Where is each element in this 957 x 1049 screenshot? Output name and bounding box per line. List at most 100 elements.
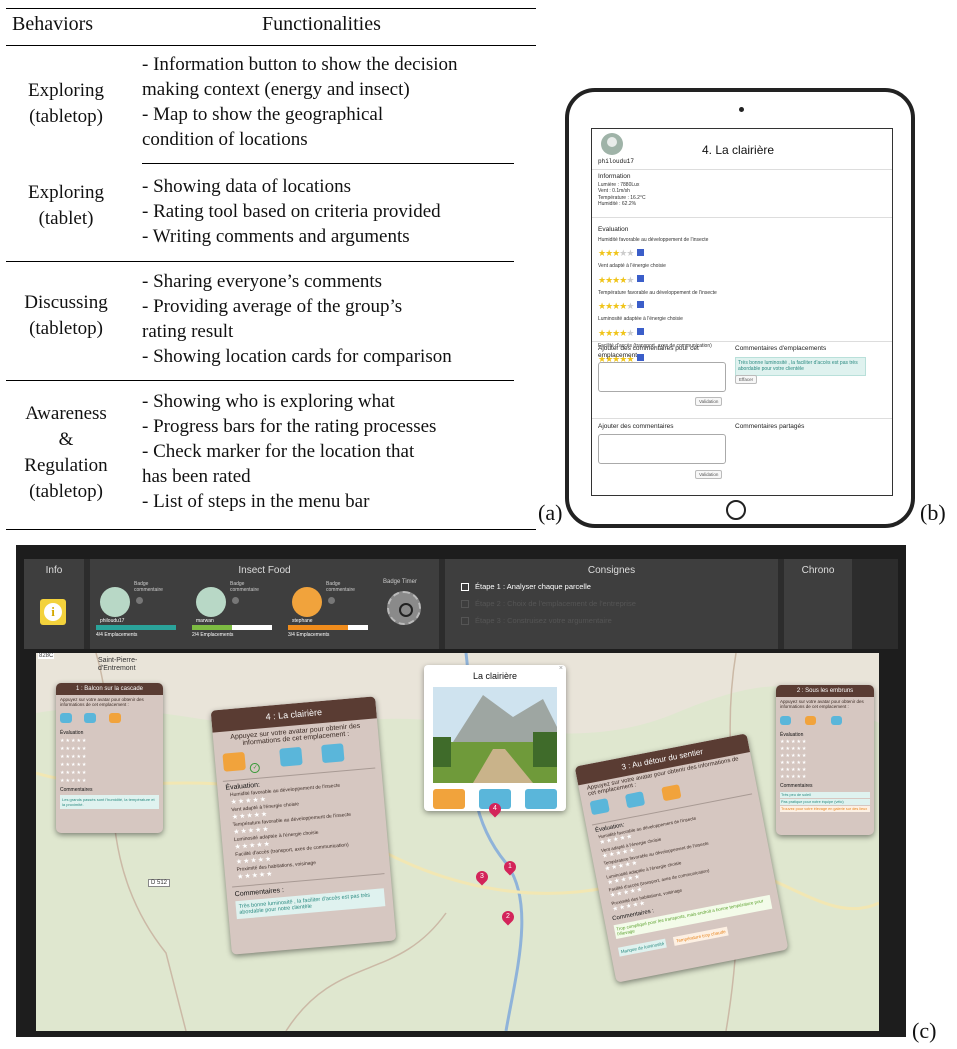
team-title: Insect Food	[238, 565, 291, 576]
avatar-icon[interactable]	[830, 716, 842, 725]
card-tag: Très peu de soleil	[780, 792, 870, 798]
table-bottom-rule	[6, 529, 536, 530]
criterion-row: Luminosité adaptée à l'énergie choisie ★★…	[598, 316, 798, 340]
avatar-icon[interactable]	[60, 713, 72, 723]
avatar-icon[interactable]	[279, 746, 303, 767]
card-tag: Trouvez pour votre élevage en galerie su…	[780, 806, 870, 812]
card-stars: ★★★★★ ★★★★★ ★★★★★ ★★★★★ ★★★★★ ★★★★★	[780, 739, 808, 780]
info-icon: i	[44, 603, 62, 621]
map-view[interactable]: 828C Saint-Pierre-d'Entremont D 512 1 : …	[36, 653, 879, 1031]
star-rating[interactable]: ★★★★★	[598, 302, 634, 311]
avatar-icon[interactable]	[525, 789, 557, 809]
check-icon: ✓	[249, 762, 261, 774]
step-item[interactable]: Étape 2 : Choix de l'emplacement de l'en…	[461, 599, 636, 616]
divider	[592, 217, 892, 218]
info-badge-icon[interactable]	[637, 275, 645, 283]
card-eval-label: Évaluation	[60, 730, 84, 736]
avatar-icon[interactable]	[780, 716, 791, 725]
map-altitude-tag: 828C	[38, 653, 55, 659]
row-rule-1	[142, 163, 514, 164]
location-photo	[433, 687, 557, 783]
row-rule-3	[6, 380, 514, 381]
behavior-awareness-regulation: Awareness & Regulation (tabletop)	[24, 403, 108, 502]
table-header-rule	[6, 45, 536, 46]
info-badge-icon[interactable]	[637, 327, 645, 335]
step-item[interactable]: Étape 3 : Construisez votre argumentaire	[461, 616, 636, 633]
location-comment-textarea[interactable]	[598, 362, 726, 392]
avatar-icon[interactable]	[589, 798, 610, 816]
divider	[592, 169, 892, 170]
add-comments-label: Ajouter des commentaires	[598, 423, 674, 430]
user-2: Badge commentaire stephane 3/4 Emplacement…	[288, 579, 378, 647]
step-label: Étape 3 : Construisez votre argumentaire	[475, 616, 612, 625]
menu-bar: Info i Insect Food Badge commentaire phil…	[24, 559, 898, 649]
divider	[592, 341, 892, 342]
validate-button-1[interactable]: Validation	[695, 397, 723, 406]
card-tag: Température trop chaude	[673, 926, 729, 946]
step-checkbox[interactable]	[461, 617, 469, 626]
row-rule-2	[6, 261, 514, 262]
user-avatar[interactable]	[601, 133, 623, 155]
avatar-icon[interactable]	[805, 716, 817, 725]
info-button[interactable]: i	[40, 599, 66, 625]
progress-bar	[96, 625, 176, 630]
info-badge-icon[interactable]	[637, 301, 645, 309]
step-checkbox[interactable]	[461, 600, 469, 609]
criterion-label: Luminosité adaptée à l'énergie choisie	[598, 316, 683, 323]
badge-icon	[328, 597, 335, 604]
card-tag: Pas pratique pour notre équipe (vélo)	[780, 799, 870, 805]
location-comments-label: Commentaires d'emplacements	[735, 345, 827, 352]
location-card-4[interactable]: 4 : La clairière Appuyez sur votre avata…	[210, 696, 397, 955]
avatar-icon[interactable]	[84, 713, 97, 723]
badge-icon	[136, 597, 143, 604]
avatar-icon[interactable]	[661, 784, 682, 802]
step-checkbox[interactable]	[461, 583, 469, 592]
avatar-icon[interactable]	[433, 789, 465, 809]
user-1: Badge commentaire marwan 2/4 Emplacements	[192, 579, 282, 647]
progress-text: 4/4 Emplacements	[96, 632, 138, 638]
step-label: Étape 1 : Analyser chaque parcelle	[475, 582, 591, 591]
user-avatar[interactable]	[292, 587, 322, 617]
star-rating[interactable]: ★★★★★	[598, 249, 634, 258]
validate-button-2[interactable]: Validation	[695, 470, 723, 479]
close-icon[interactable]: ×	[559, 665, 563, 672]
tabletop-interface: Info i Insect Food Badge commentaire phil…	[16, 545, 906, 1037]
location-pin-2[interactable]: 2	[499, 908, 517, 926]
avatar-icon[interactable]	[321, 743, 345, 764]
user-avatar[interactable]	[100, 587, 130, 617]
criterion-row: Température favorable au développement d…	[598, 290, 798, 314]
card-comments-label: Commentaires	[60, 787, 93, 793]
delete-button[interactable]: Effacer	[735, 375, 758, 384]
location-pin-3[interactable]: 3	[473, 868, 491, 886]
home-button[interactable]	[726, 500, 746, 520]
location-pin-4[interactable]: 4	[486, 800, 504, 818]
comment-textarea[interactable]	[598, 434, 726, 464]
badge-label: Badge commentaire	[134, 581, 163, 593]
criterion-label: Température favorable au développement d…	[598, 289, 717, 296]
progress-bar	[288, 625, 368, 630]
info-badge-icon[interactable]	[637, 248, 645, 256]
tablet-device: philoudu17 4. La clairière Information L…	[565, 88, 915, 528]
step-item[interactable]: Étape 1 : Analyser chaque parcelle	[461, 582, 636, 599]
add-comments-location-label: Ajouter des commentaires pour cet emplac…	[598, 345, 699, 359]
star-rating[interactable]: ★★★★★	[598, 275, 634, 285]
username: philoudu17	[598, 158, 635, 165]
avatar-icon[interactable]	[222, 751, 246, 772]
location-card-2[interactable]: 2 : Sous les embruns Appuyez sur votre a…	[776, 685, 874, 835]
behavior-exploring-tabletop: Exploring (tabletop)	[28, 80, 104, 127]
avatar-icon[interactable]	[108, 713, 121, 723]
caption-b: (b)	[920, 500, 946, 525]
star-rating[interactable]: ★★★★★	[598, 328, 634, 338]
avatar-icon[interactable]	[625, 791, 646, 809]
card-prompt: Appuyez sur votre avatar pour obtenir de…	[60, 697, 144, 707]
location-popup[interactable]: La clairière ×	[424, 665, 566, 811]
card-criteria: Humidité favorable au développement de l…	[218, 779, 390, 883]
user-avatar[interactable]	[196, 587, 226, 617]
behavior-discussing-tabletop: Discussing (tabletop)	[24, 292, 108, 339]
chrono-panel: Chrono	[784, 559, 852, 649]
location-card-1[interactable]: 1 : Balcon sur la cascade Appuyez sur vo…	[56, 683, 163, 833]
info-heading: Information	[598, 173, 631, 180]
location-pin-1[interactable]: 1	[501, 858, 519, 876]
step-label: Étape 2 : Choix de l'emplacement de l'en…	[475, 599, 636, 608]
badge-icon	[232, 597, 239, 604]
